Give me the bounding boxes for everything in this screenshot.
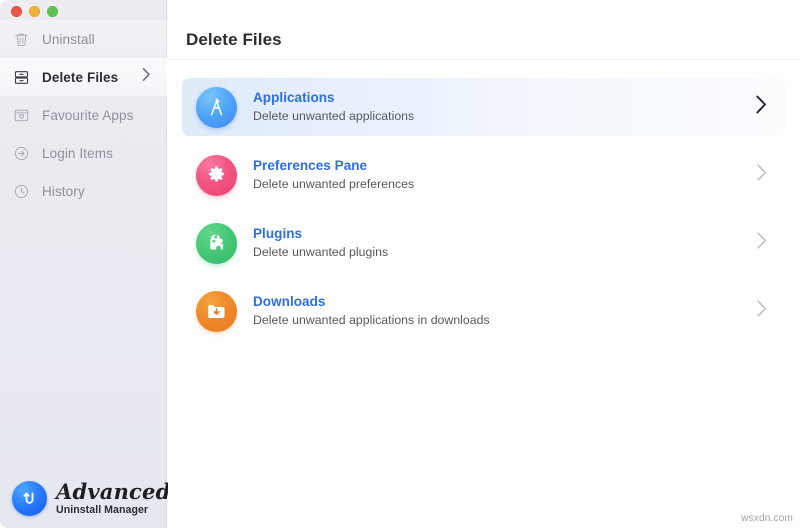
logo-subtitle: Uninstall Manager — [56, 504, 149, 517]
chevron-right-icon[interactable] — [756, 231, 768, 255]
close-button[interactable] — [11, 6, 22, 17]
list-item-text: Preferences Pane Delete unwanted prefere… — [253, 157, 414, 193]
list-item-downloads[interactable]: Downloads Delete unwanted applications i… — [182, 282, 786, 340]
circular-arrow-logo-icon — [12, 481, 47, 516]
list-item-title: Downloads — [253, 293, 326, 309]
sidebar: Uninstall Delete Files Favourite Apps Lo… — [0, 0, 170, 528]
list-item-text: Plugins Delete unwanted plugins — [253, 225, 388, 261]
list-item-title: Plugins — [253, 225, 303, 241]
gear-icon — [196, 154, 237, 196]
list-item-subtitle: Delete unwanted applications — [253, 109, 415, 123]
app-logo: Advanced Uninstall Manager — [0, 481, 170, 516]
puzzle-piece-icon — [196, 222, 237, 264]
app-window: Uninstall Delete Files Favourite Apps Lo… — [0, 0, 800, 528]
list-item-plugins[interactable]: Plugins Delete unwanted plugins — [182, 214, 786, 272]
clock-icon — [12, 182, 31, 201]
sidebar-item-login-items[interactable]: Login Items — [0, 134, 167, 172]
header-divider — [168, 59, 800, 60]
sidebar-item-delete-files[interactable]: Delete Files — [0, 58, 167, 96]
chevron-right-icon[interactable] — [755, 95, 768, 120]
zoom-button[interactable] — [47, 6, 58, 17]
trash-icon — [12, 30, 31, 49]
sidebar-item-label: Favourite Apps — [42, 107, 134, 123]
list-item-subtitle: Delete unwanted applications in download… — [253, 313, 490, 327]
logo-text: Advanced Uninstall Manager — [56, 481, 171, 516]
sidebar-item-uninstall[interactable]: Uninstall — [0, 20, 167, 58]
chevron-right-icon[interactable] — [756, 299, 768, 323]
list-item-subtitle: Delete unwanted preferences — [253, 177, 415, 191]
site-watermark: wsxdn.com — [741, 513, 793, 524]
page-title: Delete Files — [186, 30, 282, 49]
sidebar-item-favourite-apps[interactable]: Favourite Apps — [0, 96, 167, 134]
main-content: Delete Files Applications Delete unwante — [168, 0, 800, 528]
logo-wordmark: Advanced — [56, 479, 171, 505]
sidebar-item-label: History — [42, 183, 85, 199]
folder-download-icon — [196, 290, 237, 332]
list-item-subtitle: Delete unwanted plugins — [253, 245, 389, 259]
sidebar-item-history[interactable]: History — [0, 172, 167, 210]
sidebar-item-label: Delete Files — [42, 69, 119, 85]
arrow-in-circle-icon — [12, 144, 31, 163]
delete-files-list: Applications Delete unwanted application… — [168, 78, 800, 350]
window-traffic-lights — [11, 6, 58, 17]
chevron-right-icon — [142, 68, 151, 87]
minimize-button[interactable] — [29, 6, 40, 17]
sidebar-item-label: Login Items — [42, 145, 113, 161]
list-item-applications[interactable]: Applications Delete unwanted application… — [182, 78, 786, 136]
list-item-preferences-pane[interactable]: Preferences Pane Delete unwanted prefere… — [182, 146, 786, 204]
sidebar-nav: Uninstall Delete Files Favourite Apps Lo… — [0, 20, 167, 210]
sidebar-item-label: Uninstall — [42, 31, 95, 47]
file-drawer-icon — [12, 68, 31, 87]
list-item-title: Preferences Pane — [253, 157, 368, 173]
chevron-right-icon[interactable] — [756, 163, 768, 187]
list-item-title: Applications — [253, 89, 335, 105]
list-item-text: Applications Delete unwanted application… — [253, 89, 414, 125]
list-item-text: Downloads Delete unwanted applications i… — [253, 293, 490, 329]
compass-icon — [196, 86, 237, 128]
heart-window-icon — [12, 106, 31, 125]
